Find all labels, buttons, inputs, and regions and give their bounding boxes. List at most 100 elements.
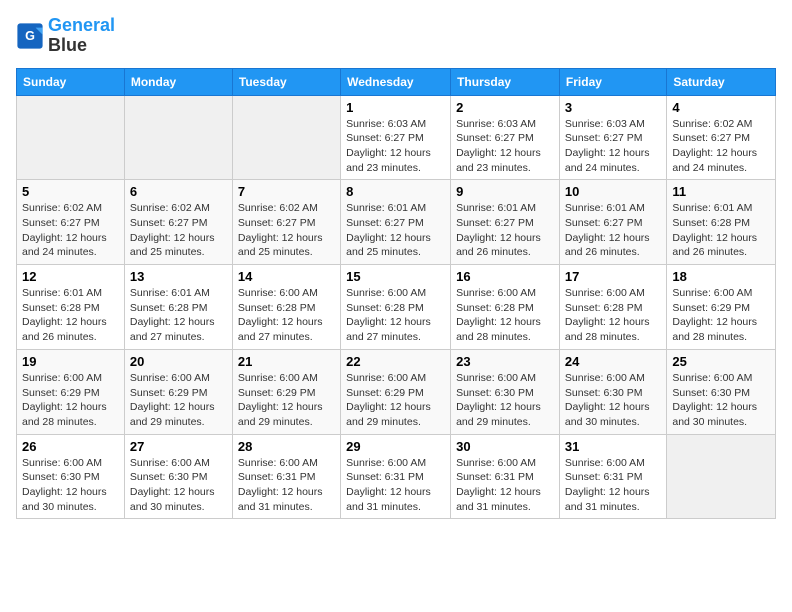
day-number: 18	[672, 269, 770, 284]
day-cell: 21 Sunrise: 6:00 AM Sunset: 6:29 PM Dayli…	[232, 349, 340, 434]
day-cell: 24 Sunrise: 6:00 AM Sunset: 6:30 PM Dayli…	[559, 349, 666, 434]
day-number: 15	[346, 269, 445, 284]
day-number: 21	[238, 354, 335, 369]
day-info: Sunrise: 6:01 AM Sunset: 6:28 PM Dayligh…	[130, 286, 227, 345]
day-info: Sunrise: 6:02 AM Sunset: 6:27 PM Dayligh…	[22, 201, 119, 260]
day-info: Sunrise: 6:00 AM Sunset: 6:30 PM Dayligh…	[22, 456, 119, 515]
header-cell-thursday: Thursday	[451, 68, 560, 95]
day-number: 24	[565, 354, 661, 369]
day-info: Sunrise: 6:01 AM Sunset: 6:28 PM Dayligh…	[22, 286, 119, 345]
page-header: G General Blue	[16, 16, 776, 56]
day-info: Sunrise: 6:03 AM Sunset: 6:27 PM Dayligh…	[346, 117, 445, 176]
day-number: 10	[565, 184, 661, 199]
day-number: 1	[346, 100, 445, 115]
day-cell: 30 Sunrise: 6:00 AM Sunset: 6:31 PM Dayli…	[451, 434, 560, 519]
day-number: 3	[565, 100, 661, 115]
week-row-5: 26Sunrise: 6:00 AM Sunset: 6:30 PM Dayli…	[17, 434, 776, 519]
day-info: Sunrise: 6:01 AM Sunset: 6:27 PM Dayligh…	[346, 201, 445, 260]
day-cell: 17Sunrise: 6:00 AM Sunset: 6:28 PM Dayli…	[559, 265, 666, 350]
day-cell: 6 Sunrise: 6:02 AM Sunset: 6:27 PM Daylig…	[124, 180, 232, 265]
header-cell-saturday: Saturday	[667, 68, 776, 95]
calendar-body: 1 Sunrise: 6:03 AM Sunset: 6:27 PM Daylig…	[17, 95, 776, 519]
day-info: Sunrise: 6:00 AM Sunset: 6:29 PM Dayligh…	[346, 371, 445, 430]
day-cell: 25 Sunrise: 6:00 AM Sunset: 6:30 PM Dayli…	[667, 349, 776, 434]
day-info: Sunrise: 6:01 AM Sunset: 6:27 PM Dayligh…	[456, 201, 554, 260]
day-cell: 19Sunrise: 6:00 AM Sunset: 6:29 PM Dayli…	[17, 349, 125, 434]
day-info: Sunrise: 6:02 AM Sunset: 6:27 PM Dayligh…	[130, 201, 227, 260]
calendar-header: SundayMondayTuesdayWednesdayThursdayFrid…	[17, 68, 776, 95]
day-cell: 4 Sunrise: 6:02 AM Sunset: 6:27 PM Daylig…	[667, 95, 776, 180]
week-row-1: 1 Sunrise: 6:03 AM Sunset: 6:27 PM Daylig…	[17, 95, 776, 180]
day-cell: 13 Sunrise: 6:01 AM Sunset: 6:28 PM Dayli…	[124, 265, 232, 350]
day-info: Sunrise: 6:03 AM Sunset: 6:27 PM Dayligh…	[565, 117, 661, 176]
day-info: Sunrise: 6:00 AM Sunset: 6:29 PM Dayligh…	[130, 371, 227, 430]
day-cell: 2 Sunrise: 6:03 AM Sunset: 6:27 PM Daylig…	[451, 95, 560, 180]
day-number: 25	[672, 354, 770, 369]
day-info: Sunrise: 6:00 AM Sunset: 6:31 PM Dayligh…	[456, 456, 554, 515]
day-cell: 16 Sunrise: 6:00 AM Sunset: 6:28 PM Dayli…	[451, 265, 560, 350]
day-cell: 15 Sunrise: 6:00 AM Sunset: 6:28 PM Dayli…	[341, 265, 451, 350]
day-info: Sunrise: 6:00 AM Sunset: 6:31 PM Dayligh…	[346, 456, 445, 515]
day-cell: 3 Sunrise: 6:03 AM Sunset: 6:27 PM Daylig…	[559, 95, 666, 180]
day-info: Sunrise: 6:01 AM Sunset: 6:28 PM Dayligh…	[672, 201, 770, 260]
day-info: Sunrise: 6:00 AM Sunset: 6:28 PM Dayligh…	[456, 286, 554, 345]
day-number: 5	[22, 184, 119, 199]
day-cell: 28Sunrise: 6:00 AM Sunset: 6:31 PM Dayli…	[232, 434, 340, 519]
day-cell: 22 Sunrise: 6:00 AM Sunset: 6:29 PM Dayli…	[341, 349, 451, 434]
day-info: Sunrise: 6:01 AM Sunset: 6:27 PM Dayligh…	[565, 201, 661, 260]
day-cell: 23 Sunrise: 6:00 AM Sunset: 6:30 PM Dayli…	[451, 349, 560, 434]
day-info: Sunrise: 6:00 AM Sunset: 6:28 PM Dayligh…	[346, 286, 445, 345]
day-cell: 9 Sunrise: 6:01 AM Sunset: 6:27 PM Daylig…	[451, 180, 560, 265]
day-number: 27	[130, 439, 227, 454]
day-number: 2	[456, 100, 554, 115]
header-cell-monday: Monday	[124, 68, 232, 95]
day-info: Sunrise: 6:00 AM Sunset: 6:30 PM Dayligh…	[130, 456, 227, 515]
day-cell	[17, 95, 125, 180]
day-number: 7	[238, 184, 335, 199]
day-info: Sunrise: 6:00 AM Sunset: 6:30 PM Dayligh…	[565, 371, 661, 430]
day-cell: 5 Sunrise: 6:02 AM Sunset: 6:27 PM Daylig…	[17, 180, 125, 265]
week-row-2: 5 Sunrise: 6:02 AM Sunset: 6:27 PM Daylig…	[17, 180, 776, 265]
week-row-4: 19Sunrise: 6:00 AM Sunset: 6:29 PM Dayli…	[17, 349, 776, 434]
header-cell-sunday: Sunday	[17, 68, 125, 95]
day-info: Sunrise: 6:00 AM Sunset: 6:31 PM Dayligh…	[565, 456, 661, 515]
day-cell	[124, 95, 232, 180]
day-info: Sunrise: 6:00 AM Sunset: 6:30 PM Dayligh…	[672, 371, 770, 430]
logo-text: General Blue	[48, 16, 115, 56]
day-info: Sunrise: 6:00 AM Sunset: 6:30 PM Dayligh…	[456, 371, 554, 430]
day-info: Sunrise: 6:00 AM Sunset: 6:28 PM Dayligh…	[238, 286, 335, 345]
day-cell	[232, 95, 340, 180]
day-cell: 10 Sunrise: 6:01 AM Sunset: 6:27 PM Dayli…	[559, 180, 666, 265]
day-number: 16	[456, 269, 554, 284]
day-cell: 12 Sunrise: 6:01 AM Sunset: 6:28 PM Dayli…	[17, 265, 125, 350]
day-number: 12	[22, 269, 119, 284]
day-number: 13	[130, 269, 227, 284]
day-info: Sunrise: 6:02 AM Sunset: 6:27 PM Dayligh…	[672, 117, 770, 176]
day-number: 11	[672, 184, 770, 199]
day-info: Sunrise: 6:02 AM Sunset: 6:27 PM Dayligh…	[238, 201, 335, 260]
day-info: Sunrise: 6:00 AM Sunset: 6:29 PM Dayligh…	[238, 371, 335, 430]
header-row: SundayMondayTuesdayWednesdayThursdayFrid…	[17, 68, 776, 95]
logo-icon: G	[16, 22, 44, 50]
day-number: 30	[456, 439, 554, 454]
day-number: 28	[238, 439, 335, 454]
day-number: 9	[456, 184, 554, 199]
week-row-3: 12 Sunrise: 6:01 AM Sunset: 6:28 PM Dayli…	[17, 265, 776, 350]
day-cell: 1 Sunrise: 6:03 AM Sunset: 6:27 PM Daylig…	[341, 95, 451, 180]
day-cell: 7 Sunrise: 6:02 AM Sunset: 6:27 PM Daylig…	[232, 180, 340, 265]
day-info: Sunrise: 6:00 AM Sunset: 6:29 PM Dayligh…	[672, 286, 770, 345]
day-cell: 11 Sunrise: 6:01 AM Sunset: 6:28 PM Dayli…	[667, 180, 776, 265]
day-number: 22	[346, 354, 445, 369]
day-cell: 26Sunrise: 6:00 AM Sunset: 6:30 PM Dayli…	[17, 434, 125, 519]
header-cell-tuesday: Tuesday	[232, 68, 340, 95]
day-number: 29	[346, 439, 445, 454]
day-number: 6	[130, 184, 227, 199]
day-cell: 8Sunrise: 6:01 AM Sunset: 6:27 PM Daylig…	[341, 180, 451, 265]
day-cell: 27 Sunrise: 6:00 AM Sunset: 6:30 PM Dayli…	[124, 434, 232, 519]
day-number: 23	[456, 354, 554, 369]
calendar-table: SundayMondayTuesdayWednesdayThursdayFrid…	[16, 68, 776, 520]
day-number: 4	[672, 100, 770, 115]
day-cell	[667, 434, 776, 519]
day-info: Sunrise: 6:03 AM Sunset: 6:27 PM Dayligh…	[456, 117, 554, 176]
day-number: 31	[565, 439, 661, 454]
